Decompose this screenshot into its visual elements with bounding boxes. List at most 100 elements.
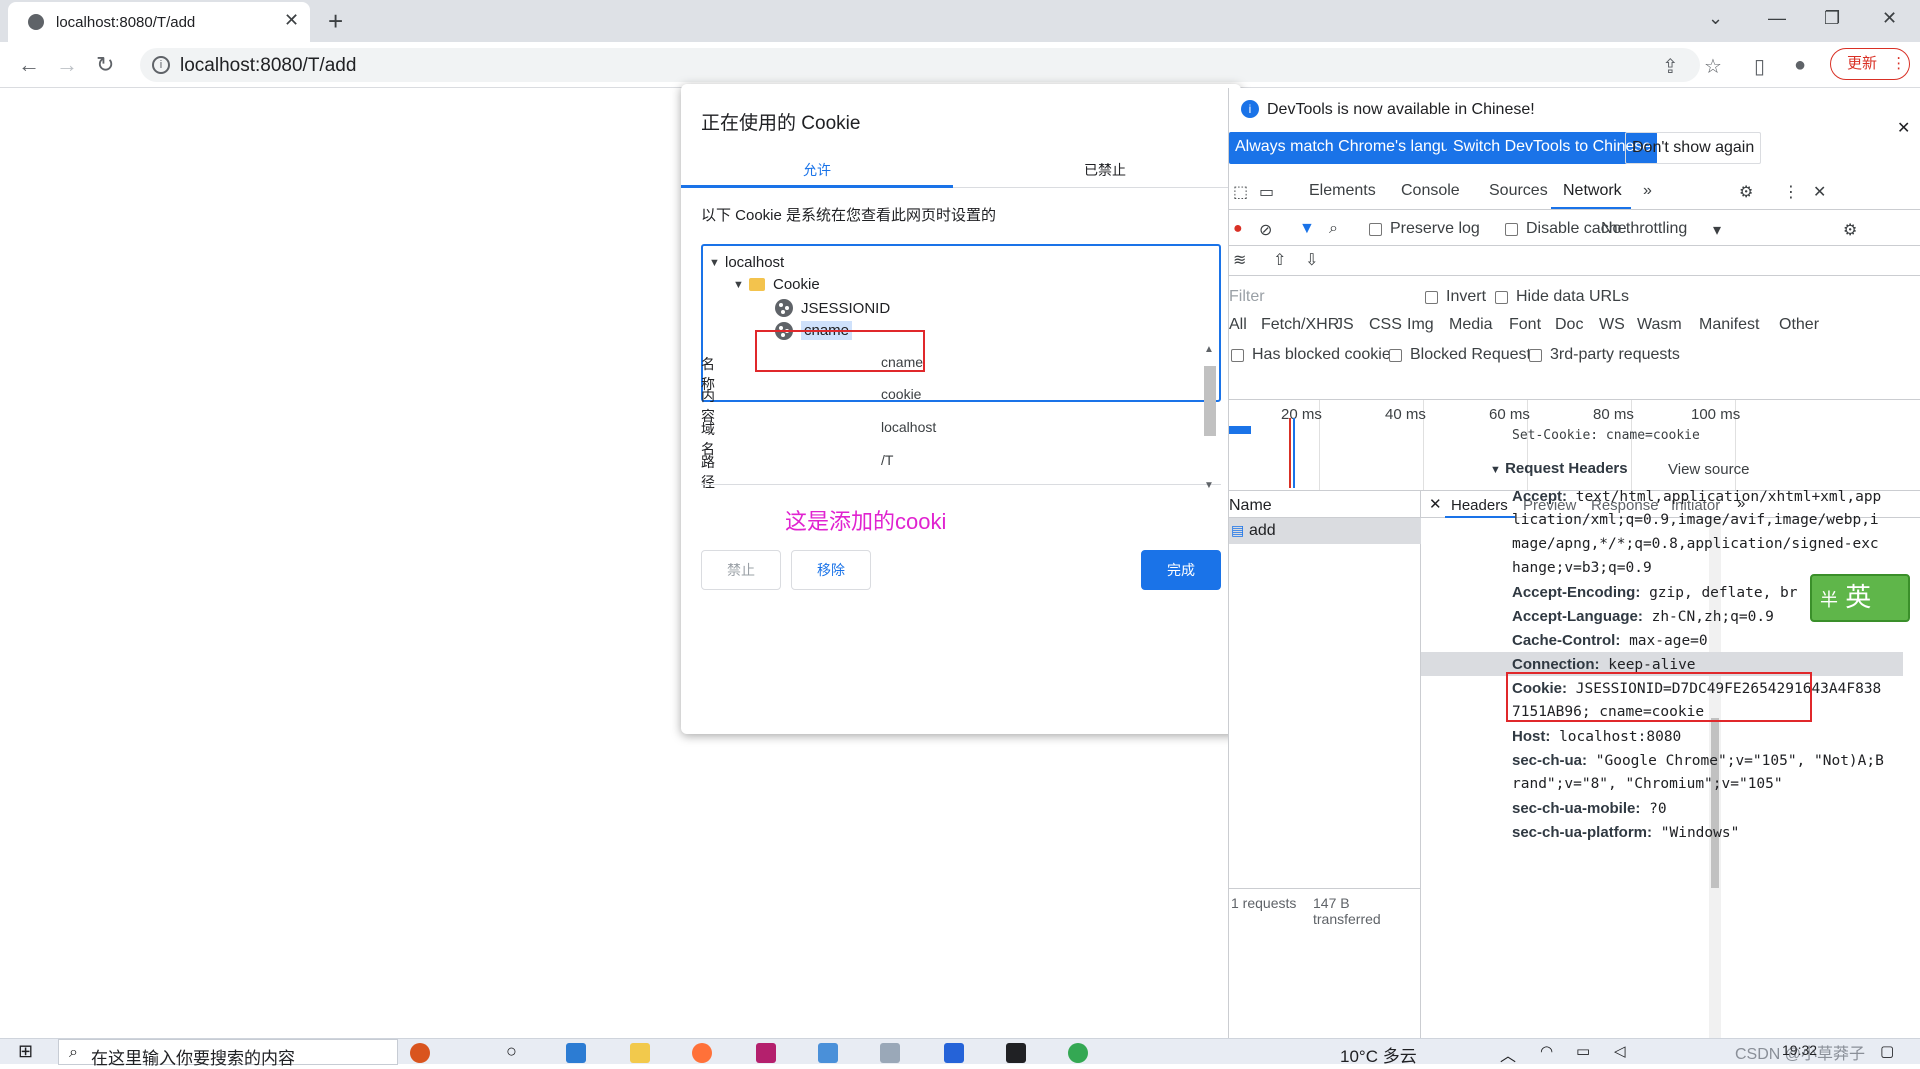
volume-icon[interactable]: ◁ [1614, 1042, 1626, 1060]
ime-toolbar[interactable]: 半 英 [1810, 574, 1910, 622]
media-player-icon[interactable] [944, 1043, 964, 1063]
filter-type-img[interactable]: Img [1407, 316, 1434, 334]
chevron-down-icon[interactable]: ▼ [1204, 480, 1214, 491]
has-blocked-cookies-checkbox[interactable]: Has blocked cookies [1231, 346, 1399, 364]
tab-blocked[interactable]: 已禁止 [969, 160, 1241, 180]
gear-icon[interactable]: ⚙ [1843, 220, 1857, 240]
tab-network[interactable]: Network [1563, 182, 1622, 200]
wifi-icon[interactable]: ≋ [1233, 250, 1246, 270]
waterfall-bar[interactable] [1229, 426, 1251, 434]
tree-folder-row[interactable]: ▼ Cookie [733, 276, 820, 293]
network-icon[interactable]: ◠ [1540, 1042, 1553, 1060]
blocked-requests-checkbox[interactable]: Blocked Requests [1389, 346, 1539, 364]
app-icon[interactable] [818, 1043, 838, 1063]
tree-item-jsessionid[interactable]: JSESSIONID [775, 299, 890, 317]
filter-type-manifest[interactable]: Manifest [1699, 316, 1759, 334]
intellij-icon[interactable] [756, 1043, 776, 1063]
filter-type-other[interactable]: Other [1779, 316, 1819, 334]
tab-allowed[interactable]: 允许 [681, 160, 953, 180]
minimize-button[interactable]: — [1768, 8, 1786, 29]
dont-show-button[interactable]: Don't show again [1625, 132, 1762, 164]
filter-type-all[interactable]: All [1229, 316, 1247, 334]
expand-triangle-icon[interactable]: ▼ [733, 279, 749, 291]
side-panel-icon[interactable]: ▯ [1754, 54, 1765, 79]
restore-button[interactable]: ❐ [1824, 8, 1840, 29]
filter-type-ws[interactable]: WS [1599, 316, 1625, 334]
filter-type-fetch[interactable]: Fetch/XHR [1261, 316, 1339, 334]
scrollbar-thumb[interactable] [1711, 718, 1719, 888]
close-icon[interactable]: ✕ [1897, 118, 1910, 138]
block-button[interactable]: 禁止 [701, 550, 781, 590]
view-source-link[interactable]: View source [1668, 461, 1749, 478]
info-icon[interactable]: i [152, 56, 170, 74]
taskbar-search[interactable]: ⌕ 在这里输入你要搜索的内容 [58, 1039, 398, 1068]
record-icon[interactable]: ● [1233, 220, 1243, 238]
inspect-icon[interactable]: ⬚ [1233, 182, 1248, 202]
filter-icon[interactable]: ▼ [1299, 220, 1315, 238]
hide-data-urls-checkbox[interactable]: Hide data URLs [1495, 288, 1629, 306]
url-text[interactable]: localhost:8080/T/add [180, 55, 356, 77]
tab-sources[interactable]: Sources [1489, 182, 1548, 200]
terminal-icon[interactable] [1006, 1043, 1026, 1063]
close-icon[interactable]: ✕ [1813, 182, 1826, 202]
firefox-icon[interactable] [692, 1043, 712, 1063]
battery-icon[interactable]: ▭ [1576, 1042, 1590, 1060]
task-view-icon[interactable]: ○ [506, 1041, 517, 1062]
chevron-down-icon[interactable]: ▼ [1490, 464, 1501, 476]
search-highlight-icon[interactable] [410, 1043, 430, 1063]
clear-icon[interactable]: ⊘ [1259, 220, 1272, 240]
windows-start-icon[interactable]: ⊞ [18, 1041, 33, 1062]
filter-type-css[interactable]: CSS [1369, 316, 1402, 334]
back-button[interactable]: ← [18, 52, 40, 78]
invert-checkbox[interactable]: Invert [1425, 288, 1486, 306]
filter-type-wasm[interactable]: Wasm [1637, 316, 1682, 334]
kebab-menu-icon[interactable]: ⋮ [1783, 182, 1799, 202]
address-bar[interactable]: i localhost:8080/T/add [140, 48, 1700, 82]
paint-icon[interactable] [880, 1043, 900, 1063]
preserve-log-checkbox[interactable]: Preserve log [1369, 220, 1480, 238]
browser-tab[interactable]: localhost:8080/T/add ✕ [8, 2, 310, 42]
done-button[interactable]: 完成 [1141, 550, 1221, 590]
more-tabs-icon[interactable]: » [1643, 182, 1652, 200]
gear-icon[interactable]: ⚙ [1739, 182, 1753, 202]
chevron-up-icon[interactable]: ▲ [1204, 344, 1214, 355]
request-row[interactable]: ▤ add [1229, 518, 1421, 544]
close-icon[interactable]: ✕ [1429, 495, 1442, 513]
third-party-checkbox[interactable]: 3rd-party requests [1529, 346, 1680, 364]
clock-time[interactable]: 19:32 [1782, 1042, 1817, 1058]
star-icon[interactable]: ☆ [1704, 54, 1722, 79]
remove-button[interactable]: 移除 [791, 550, 871, 590]
scrollbar-thumb[interactable] [1204, 366, 1216, 436]
filter-type-media[interactable]: Media [1449, 316, 1493, 334]
profile-icon[interactable]: ● [1794, 54, 1806, 77]
filter-type-font[interactable]: Font [1509, 316, 1541, 334]
filter-input[interactable]: Filter [1229, 288, 1265, 306]
match-language-button[interactable]: Always match Chrome's language [1229, 132, 1483, 164]
upload-icon[interactable]: ⇧ [1273, 250, 1286, 270]
weather-text[interactable]: 10°C 多云 [1340, 1042, 1417, 1067]
share-icon[interactable]: ⇪ [1662, 54, 1679, 79]
filter-type-doc[interactable]: Doc [1555, 316, 1583, 334]
file-explorer-icon[interactable] [630, 1043, 650, 1063]
forward-button[interactable]: → [56, 52, 78, 78]
throttling-select[interactable]: No throttling [1601, 220, 1687, 238]
chevron-down-icon[interactable]: ⌄ [1708, 8, 1723, 29]
request-headers-section[interactable]: ▼ Request Headers [1490, 460, 1628, 477]
close-icon[interactable]: ✕ [284, 10, 299, 31]
filter-type-js[interactable]: JS [1335, 316, 1354, 334]
notification-icon[interactable]: ▢ [1880, 1042, 1894, 1060]
tab-console[interactable]: Console [1401, 182, 1460, 200]
new-tab-button[interactable]: + [328, 6, 343, 37]
chrome-icon[interactable] [1068, 1043, 1088, 1063]
update-button[interactable]: 更新 ⋮ [1830, 48, 1910, 80]
search-icon[interactable]: ⌕ [1329, 220, 1338, 238]
reload-button[interactable]: ↻ [96, 52, 114, 78]
device-toggle-icon[interactable]: ▭ [1259, 182, 1274, 202]
chevron-down-icon[interactable]: ▾ [1713, 220, 1721, 240]
tab-headers[interactable]: Headers [1451, 497, 1508, 514]
column-name[interactable]: Name [1229, 497, 1272, 515]
expand-triangle-icon[interactable]: ▼ [709, 257, 725, 269]
tab-elements[interactable]: Elements [1309, 182, 1376, 200]
details-scrollbar[interactable]: ▲ ▼ [1201, 344, 1219, 494]
vscode-icon[interactable] [566, 1043, 586, 1063]
